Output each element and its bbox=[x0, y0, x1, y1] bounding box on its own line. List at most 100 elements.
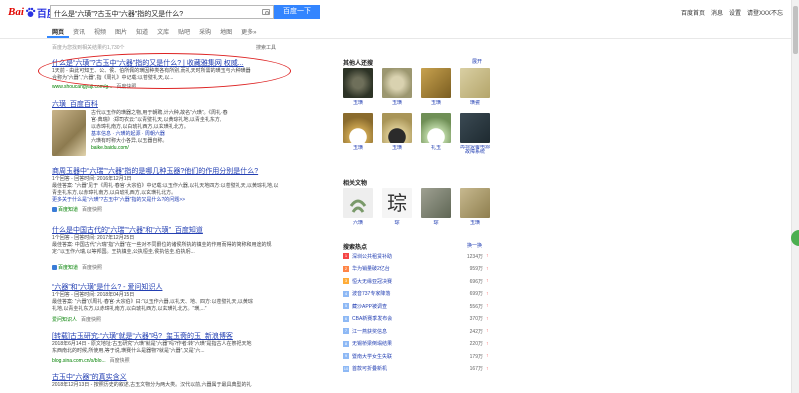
tab-wenku[interactable]: 文库 bbox=[157, 27, 169, 37]
jade-thumbnail bbox=[382, 113, 412, 143]
jade-thumbnail bbox=[343, 113, 373, 143]
related-relic-item[interactable]: 琮 bbox=[421, 188, 451, 226]
tab-web[interactable]: 网页 bbox=[46, 27, 70, 38]
system-thumbnail bbox=[460, 113, 490, 143]
result-5-url[interactable]: 爱问知识人 百度快照 bbox=[52, 316, 101, 323]
related-relic-item[interactable]: 六璜 bbox=[343, 188, 373, 226]
user-name[interactable]: 请登XXX不忘 bbox=[747, 8, 783, 17]
search-tabs: 网页 资讯 视频 图片 知道 文库 贴吧 采购 地图 更多» bbox=[46, 27, 256, 38]
jade-thumbnail bbox=[460, 68, 490, 98]
result-3-title[interactable]: 商周玉器中“六瑞”“六器”指的是哪几种玉器?他们的作用分别是什么? bbox=[52, 166, 258, 176]
hot-search-name[interactable]: 无锡桥梁倒塌结果 bbox=[352, 340, 470, 347]
hot-rank-badge: 5 bbox=[343, 303, 349, 309]
tab-video[interactable]: 视频 bbox=[94, 27, 106, 37]
hot-search-name[interactable]: 恒大无缘亚冠决赛 bbox=[352, 278, 470, 285]
tab-zhidao[interactable]: 知道 bbox=[136, 27, 148, 37]
scroll-thumb[interactable] bbox=[793, 6, 798, 54]
result-5-title[interactable]: “六器”和“六璜”是什么? - 爱问知识人 bbox=[52, 282, 162, 292]
tab-news[interactable]: 资讯 bbox=[73, 27, 85, 37]
also-searched-item[interactable]: 礼玉 bbox=[421, 113, 451, 151]
search-button[interactable]: 百度一下 bbox=[274, 5, 320, 19]
top-link-home[interactable]: 百度首页 bbox=[681, 8, 705, 17]
zhidao-icon bbox=[52, 207, 57, 213]
hot-search-row[interactable]: 4 波音737专家降落 699万 ↑ bbox=[343, 288, 491, 300]
hot-search-row[interactable]: 3 恒大无缘亚冠决赛 696万 ↑ bbox=[343, 275, 491, 287]
hot-search-row[interactable]: 5 藏沙APP被调查 556万 ↑ bbox=[343, 300, 491, 312]
search-input[interactable]: 什么是“六璜”?古玉中“六器”指的又是什么? bbox=[50, 5, 274, 19]
result-2-url[interactable]: baike.baidu.com/ bbox=[91, 145, 129, 151]
jade-thumbnail bbox=[382, 68, 412, 98]
trend-up-icon: ↑ bbox=[486, 365, 489, 372]
result-3-url[interactable]: 百度知道 百度快照 bbox=[52, 206, 102, 213]
hot-search-count: 1234万 bbox=[466, 253, 483, 260]
hot-search-name[interactable]: CBA新赛季发布会 bbox=[352, 315, 470, 322]
jade-thumbnail bbox=[421, 113, 451, 143]
hot-search-row[interactable]: 9 暨南大学女生失联 179万 ↑ bbox=[343, 350, 491, 362]
result-3-line-4[interactable]: 更多关于什么是“六璜”?古玉中“六器”指的又是什么?的问题>> bbox=[52, 197, 185, 204]
tab-more[interactable]: 更多» bbox=[241, 27, 256, 37]
scrollbar[interactable] bbox=[791, 0, 799, 393]
also-searched-item[interactable]: 玉璜 bbox=[421, 68, 451, 106]
relic-character: 琮 bbox=[382, 188, 412, 218]
result-5-line-3: 礼地,以青圭礼东方,以赤璋礼南方,以白琥礼西方,以玄璜礼北方。“璜,...” bbox=[52, 306, 207, 312]
related-relics-title: 相关文物 bbox=[343, 181, 368, 187]
result-7-line-1: 2018年12月13日 - 按照历史的叙述,古玉文物分为两大类。汉代以前,六器属… bbox=[52, 382, 252, 388]
result-2-line-3: 以赤璋礼南方,以白琥礼西方,以玄璜礼北方。 bbox=[91, 124, 189, 130]
trend-up-icon: ↑ bbox=[486, 353, 489, 359]
trend-up-icon: ↑ bbox=[486, 290, 489, 297]
hot-search-row[interactable]: 1 深圳公共租赁补助 1234万 ↑ bbox=[343, 250, 491, 262]
hot-rank-badge: 8 bbox=[343, 340, 349, 347]
hot-rank-badge: 6 bbox=[343, 315, 349, 322]
result-2-thumbnail[interactable] bbox=[52, 110, 86, 156]
tab-purchase[interactable]: 采购 bbox=[199, 27, 211, 37]
camera-icon[interactable] bbox=[262, 9, 270, 15]
related-relic-item[interactable]: 玉璜 bbox=[460, 188, 490, 226]
hot-search-name[interactable]: 江一燕获奖信息 bbox=[352, 328, 470, 335]
result-4-title[interactable]: 什么是中国古代的“六瑞”“六器”和“六璜”_百度知道 bbox=[52, 225, 203, 235]
also-searched-item[interactable]: 再现设备电源故障系统 bbox=[460, 113, 490, 155]
trend-up-icon: ↑ bbox=[486, 278, 489, 284]
tab-tieba[interactable]: 贴吧 bbox=[178, 27, 190, 37]
also-searched-item[interactable]: 玉璜 bbox=[382, 68, 412, 106]
also-searched-item[interactable]: 璜瓷 bbox=[460, 68, 490, 106]
trend-up-icon: ↑ bbox=[486, 340, 489, 347]
result-4-line-3: 定:“以玉作六瑞,以等邦国。王执镇圭,公执桓圭,侯执信圭,伯执躬... bbox=[52, 249, 195, 255]
hot-search-row[interactable]: 6 CBA新赛季发布会 370万 ↑ bbox=[343, 313, 491, 325]
trend-up-icon: ↑ bbox=[486, 265, 489, 272]
highlight-oval bbox=[38, 53, 291, 89]
result-6-title[interactable]: [转载]古玉研究:“六璜”就是“六器”吗?_玺玉斋的玉_新浪博客 bbox=[52, 331, 233, 341]
top-links: 百度首页 消息 设置 请登XXX不忘 bbox=[681, 8, 783, 17]
result-2-title[interactable]: 六璜_百度百科 bbox=[52, 99, 98, 109]
result-5-line-2: 最佳答案: “六器”(《周礼·春官·大宗伯》曰:“以玉作六器,以礼天、地、四方:… bbox=[52, 299, 253, 305]
hot-search-row[interactable]: 7 江一燕获奖信息 242万 ↑ bbox=[343, 325, 491, 337]
top-link-settings[interactable]: 设置 bbox=[729, 8, 741, 17]
hot-search-row[interactable]: 8 无锡桥梁倒塌结果 220万 ↑ bbox=[343, 338, 491, 350]
hot-search-name[interactable]: 暨南大学女生失联 bbox=[352, 353, 470, 360]
top-link-messages[interactable]: 消息 bbox=[711, 8, 723, 17]
also-searched-title: 其他人还搜 bbox=[343, 61, 374, 67]
result-3-line-1: 1个回答 - 回答时间: 2016年12月1日 bbox=[52, 176, 132, 182]
also-searched-item[interactable]: 玉璜 bbox=[343, 68, 373, 106]
result-7-title[interactable]: 古玉中“六器”的真实含义 bbox=[52, 372, 127, 382]
result-4-url[interactable]: 百度知道 百度快照 bbox=[52, 264, 102, 271]
hot-search-name[interactable]: 华为销量破2亿台 bbox=[352, 265, 470, 272]
refresh-link[interactable]: 换一换 bbox=[467, 242, 482, 249]
expand-link[interactable]: 展开 bbox=[472, 58, 482, 65]
hot-search-name[interactable]: 波音737专家降落 bbox=[352, 290, 470, 297]
also-searched-item[interactable]: 玉璜 bbox=[382, 113, 412, 151]
hot-search-count: 696万 bbox=[469, 278, 483, 285]
also-searched-item[interactable]: 玉璜 bbox=[343, 113, 373, 151]
hot-search-row[interactable]: 2 华为销量破2亿台 959万 ↑ bbox=[343, 263, 491, 275]
hot-search-row[interactable]: 10 首款可折叠新机 167万 ↑ bbox=[343, 363, 491, 375]
search-tools-link[interactable]: 搜索工具 bbox=[256, 44, 276, 51]
hot-search-name[interactable]: 藏沙APP被调查 bbox=[352, 303, 470, 310]
tab-images[interactable]: 图片 bbox=[115, 27, 127, 37]
result-6-url[interactable]: blog.sina.com.cn/s/blo... 百度快照 bbox=[52, 357, 130, 364]
related-relic-item[interactable]: 琮琮 bbox=[382, 188, 412, 226]
jade-thumbnail bbox=[343, 68, 373, 98]
hot-search-name[interactable]: 首款可折叠新机 bbox=[352, 365, 470, 372]
hot-search-name[interactable]: 深圳公共租赁补助 bbox=[352, 253, 467, 260]
tab-map[interactable]: 地图 bbox=[220, 27, 232, 37]
result-2-line-4[interactable]: 基本信息 · 六璜的起源 · 周朝六器 bbox=[91, 131, 165, 138]
result-4-line-1: 1个回答 - 回答时间: 2017年12月25日 bbox=[52, 235, 135, 241]
